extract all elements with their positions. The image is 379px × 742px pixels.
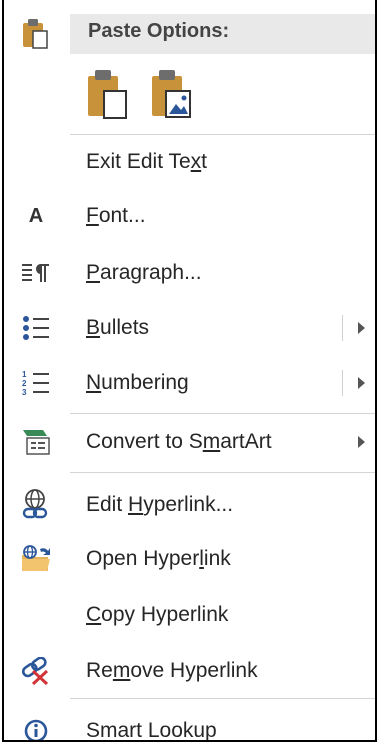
edit-hyperlink-icon	[16, 485, 56, 525]
menu-item-open-hyperlink[interactable]: Open Hyperlink	[4, 532, 375, 586]
menu-item-numbering[interactable]: 1 2 3 Numbering	[4, 356, 375, 410]
open-hyperlink-icon	[16, 539, 56, 579]
menu-item-font[interactable]: A Font...	[4, 189, 375, 243]
menu-item-smart-lookup[interactable]: Smart Lookup	[4, 704, 375, 742]
separator	[70, 472, 375, 473]
remove-hyperlink-icon	[16, 651, 56, 691]
menu-item-paragraph[interactable]: Paragraph...	[4, 246, 375, 300]
menu-item-copy-hyperlink[interactable]: Copy Hyperlink	[4, 588, 375, 642]
paste-keep-text-icon	[86, 69, 128, 124]
smartart-icon	[16, 422, 56, 462]
menu-item-label: Open Hyperlink	[86, 547, 231, 570]
svg-text:3: 3	[22, 388, 27, 397]
paste-keep-text-button[interactable]	[78, 68, 136, 124]
context-menu: Paste Options: Exit Edit Text A Font... …	[2, 0, 377, 742]
menu-item-label: Font...	[86, 204, 146, 227]
paste-options-header: Paste Options:	[4, 0, 375, 64]
menu-item-label: Exit Edit Text	[86, 150, 208, 173]
menu-item-label: Edit Hyperlink...	[86, 493, 234, 516]
submenu-arrow-icon[interactable]	[358, 377, 365, 389]
separator	[70, 698, 375, 699]
menu-item-label: Smart Lookup	[86, 719, 217, 742]
split-divider	[342, 370, 343, 396]
menu-item-edit-hyperlink[interactable]: Edit Hyperlink...	[4, 478, 375, 532]
menu-item-convert-to-smartart[interactable]: Convert to SmartArt	[4, 415, 375, 469]
separator	[70, 413, 375, 414]
svg-text:2: 2	[22, 379, 27, 388]
svg-text:1: 1	[22, 370, 27, 379]
menu-item-label: Bullets	[86, 316, 150, 339]
bullets-icon	[16, 308, 56, 348]
submenu-arrow-icon[interactable]	[358, 436, 365, 448]
menu-item-label: Convert to SmartArt	[86, 430, 272, 453]
split-divider	[342, 315, 343, 341]
font-icon: A	[28, 204, 44, 227]
numbering-icon: 1 2 3	[16, 363, 56, 403]
menu-item-bullets[interactable]: Bullets	[4, 301, 375, 355]
smart-lookup-icon	[16, 711, 56, 740]
menu-item-label: Remove Hyperlink	[86, 659, 258, 682]
menu-item-label: Numbering	[86, 371, 189, 394]
menu-item-exit-edit-text[interactable]: Exit Edit Text	[4, 135, 375, 189]
paragraph-icon	[16, 253, 56, 293]
paste-picture-button[interactable]	[142, 68, 200, 124]
paste-options-label: Paste Options:	[88, 20, 230, 42]
menu-item-remove-hyperlink[interactable]: Remove Hyperlink	[4, 644, 375, 698]
menu-item-label: Copy Hyperlink	[86, 603, 229, 626]
paste-options-buttons	[78, 68, 200, 124]
paste-icon	[16, 14, 56, 54]
menu-item-label: Paragraph...	[86, 261, 202, 284]
paste-picture-icon	[150, 69, 192, 124]
submenu-arrow-icon[interactable]	[358, 322, 365, 334]
